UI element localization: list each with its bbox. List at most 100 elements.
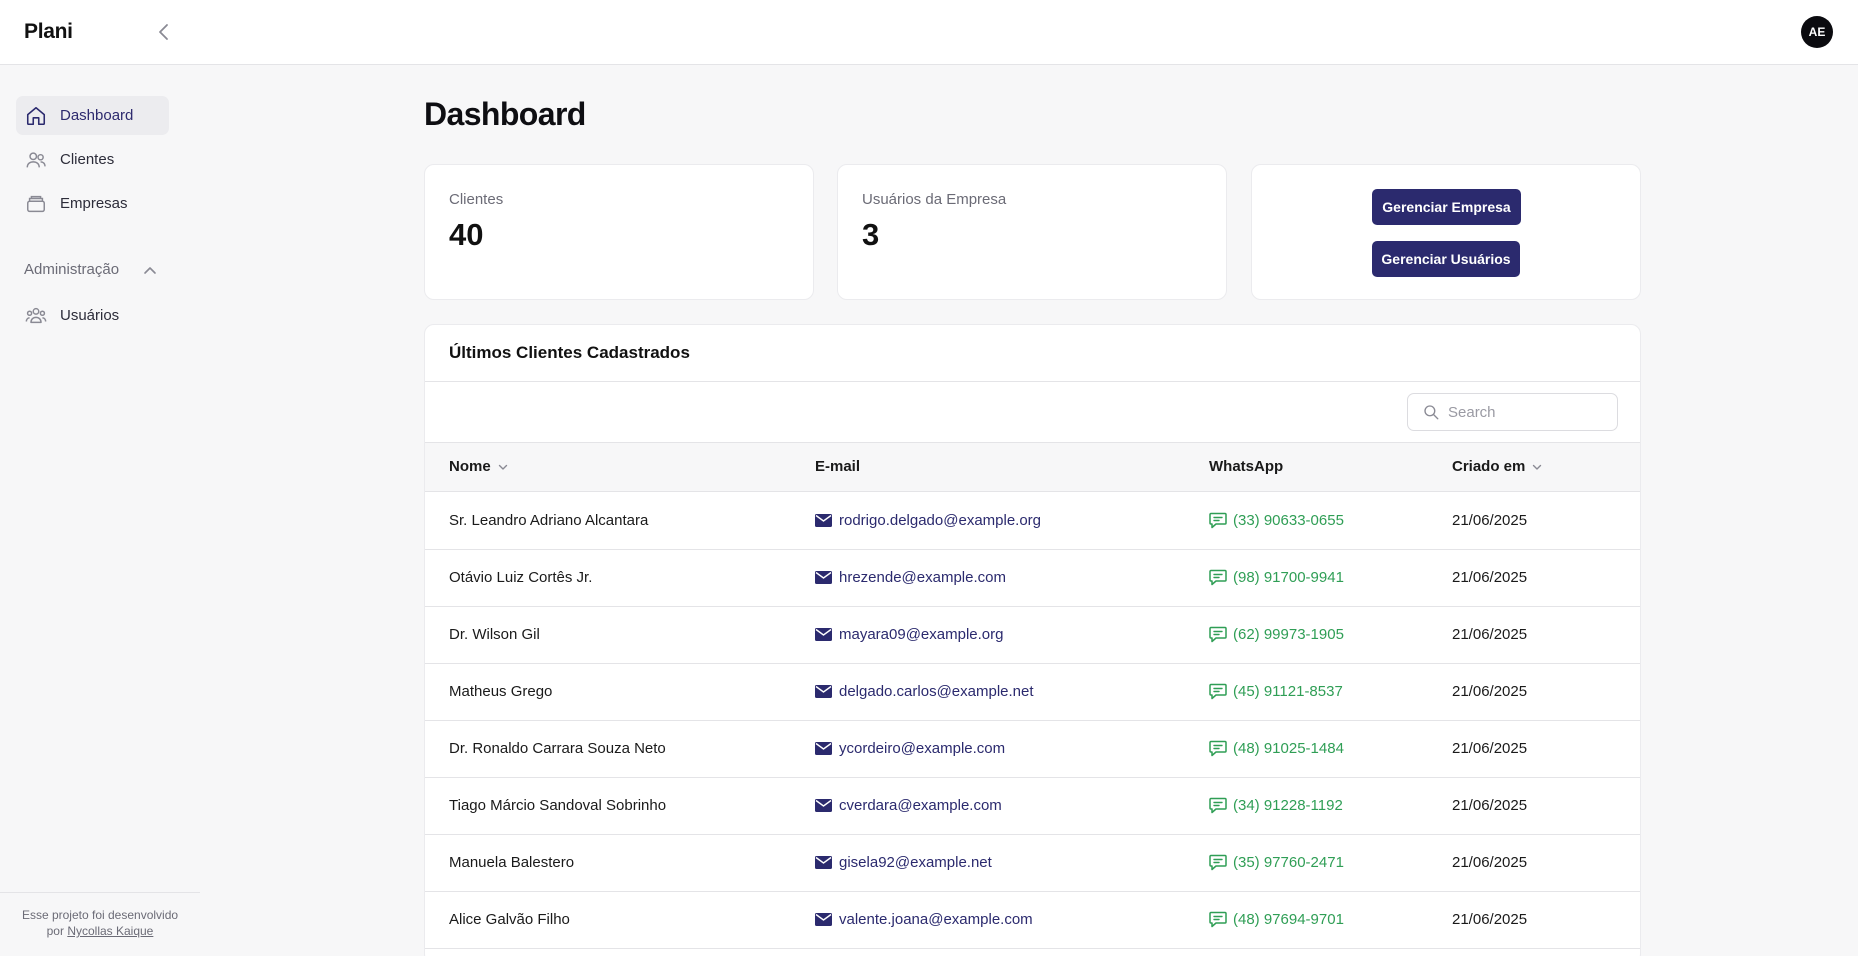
envelope-icon — [815, 856, 832, 869]
envelope-icon — [815, 571, 832, 584]
client-email-link[interactable]: ycordeiro@example.com — [815, 740, 1005, 757]
created-date: 21/06/2025 — [1452, 854, 1528, 871]
chat-icon — [1209, 512, 1227, 529]
search-input[interactable] — [1448, 403, 1608, 421]
page-title: Dashboard — [424, 96, 586, 132]
chat-icon — [1209, 740, 1227, 757]
sidebar-footer: Esse projeto foi desenvolvido por Nycoll… — [0, 892, 200, 939]
email-text: ycordeiro@example.com — [839, 740, 1006, 757]
users-group-icon — [24, 304, 48, 328]
client-email-link[interactable]: rodrigo.delgado@example.org — [815, 512, 1041, 529]
chevron-left-icon — [159, 24, 168, 40]
user-avatar[interactable]: AE — [1801, 16, 1833, 48]
footer-text: Esse projeto foi desenvolvido — [21, 908, 179, 922]
whatsapp-text: (33) 90633-0655 — [1233, 512, 1344, 529]
table-row: Otávio Luiz Cortês Jr. hrezende@example.… — [425, 550, 1640, 607]
column-header-nome[interactable]: Nome — [449, 458, 509, 475]
collapse-sidebar-button[interactable] — [154, 20, 174, 44]
client-email-link[interactable]: mayara09@example.org — [815, 626, 1003, 643]
sidebar-item-usuarios[interactable]: Usuários — [16, 296, 169, 335]
envelope-icon — [815, 628, 832, 641]
email-text: gisela92@example.net — [839, 854, 992, 871]
client-whatsapp-link[interactable]: (45) 91121-8537 — [1209, 683, 1343, 700]
created-date: 21/06/2025 — [1452, 626, 1528, 643]
client-email-link[interactable]: delgado.carlos@example.net — [815, 683, 1034, 700]
created-date: 21/06/2025 — [1452, 683, 1528, 700]
table-row: Tiago Márcio Sandoval Sobrinho cverdara@… — [425, 778, 1640, 835]
client-whatsapp-link[interactable]: (34) 91228-1192 — [1209, 797, 1343, 814]
created-date: 21/06/2025 — [1452, 911, 1528, 928]
section-toggle[interactable] — [142, 261, 158, 281]
table-row: Dr. Wilson Gil mayara09@example.org (62)… — [425, 607, 1640, 664]
client-email-link[interactable]: valente.joana@example.com — [815, 911, 1033, 928]
sidebar: Dashboard Clientes Empresas Administraçã… — [0, 65, 200, 956]
table-row: Manuela Balestero gisela92@example.net (… — [425, 835, 1640, 892]
email-text: mayara09@example.org — [839, 626, 1004, 643]
column-label: E-mail — [815, 458, 861, 475]
email-text: delgado.carlos@example.net — [839, 683, 1034, 700]
created-date: 21/06/2025 — [1452, 740, 1528, 757]
chevron-down-icon — [1533, 464, 1542, 470]
chevron-up-icon — [144, 267, 156, 274]
stat-card-usuarios: Usuários da Empresa 3 — [837, 164, 1227, 300]
sidebar-item-clientes[interactable]: Clientes — [16, 140, 169, 179]
stat-value: 40 — [449, 217, 484, 252]
table-header: Nome E-mail WhatsApp Criado em — [425, 442, 1640, 492]
client-whatsapp-link[interactable]: (98) 91700-9941 — [1209, 569, 1344, 586]
author-link[interactable]: Nycollas Kaique — [67, 924, 153, 938]
whatsapp-text: (45) 91121-8537 — [1233, 683, 1343, 700]
table-row: Matheus Grego delgado.carlos@example.net… — [425, 664, 1640, 721]
client-whatsapp-link[interactable]: (48) 97694-9701 — [1209, 911, 1344, 928]
envelope-icon — [815, 685, 832, 698]
sidebar-item-empresas[interactable]: Empresas — [16, 184, 169, 223]
chevron-down-icon — [498, 464, 507, 470]
whatsapp-text: (34) 91228-1192 — [1233, 797, 1343, 814]
created-date: 21/06/2025 — [1452, 512, 1528, 529]
email-text: hrezende@example.com — [839, 569, 1006, 586]
chat-icon — [1209, 569, 1227, 586]
sidebar-item-label: Empresas — [60, 195, 128, 212]
whatsapp-text: (62) 99973-1905 — [1233, 626, 1344, 643]
email-text: cverdara@example.com — [839, 797, 1002, 814]
whatsapp-text: (98) 91700-9941 — [1233, 569, 1344, 586]
chat-icon — [1209, 911, 1227, 928]
chat-icon — [1209, 854, 1227, 871]
client-whatsapp-link[interactable]: (48) 91025-1484 — [1209, 740, 1344, 757]
envelope-icon — [815, 742, 832, 755]
client-whatsapp-link[interactable]: (33) 90633-0655 — [1209, 512, 1344, 529]
sidebar-item-label: Usuários — [60, 307, 120, 324]
section-label-administracao: Administração — [24, 261, 120, 278]
users-icon — [24, 148, 48, 172]
home-icon — [24, 104, 48, 128]
client-email-link[interactable]: cverdara@example.com — [815, 797, 1002, 814]
client-email-link[interactable]: gisela92@example.net — [815, 854, 992, 871]
client-email-link[interactable]: hrezende@example.com — [815, 569, 1006, 586]
client-name: Otávio Luiz Cortês Jr. — [449, 569, 593, 586]
divider — [425, 381, 1640, 382]
email-text: valente.joana@example.com — [839, 911, 1033, 928]
table-row: Alice Galvão Filho valente.joana@example… — [425, 892, 1640, 949]
client-whatsapp-link[interactable]: (62) 99973-1905 — [1209, 626, 1344, 643]
top-bar: Plani AE — [0, 0, 1858, 65]
sidebar-item-dashboard[interactable]: Dashboard — [16, 96, 169, 135]
whatsapp-text: (48) 91025-1484 — [1233, 740, 1344, 757]
manage-users-button[interactable]: Gerenciar Usuários — [1372, 241, 1520, 277]
client-whatsapp-link[interactable]: (35) 97760-2471 — [1209, 854, 1344, 871]
client-name: Manuela Balestero — [449, 854, 575, 871]
sidebar-item-label: Dashboard — [60, 107, 134, 124]
column-label: WhatsApp — [1209, 458, 1284, 475]
brand-logo[interactable]: Plani — [24, 20, 73, 44]
chat-icon — [1209, 626, 1227, 643]
column-header-criado-em[interactable]: Criado em — [1452, 458, 1543, 475]
chat-icon — [1209, 683, 1227, 700]
client-name: Matheus Grego — [449, 683, 553, 700]
table-title: Últimos Clientes Cadastrados — [449, 343, 690, 362]
stat-label: Clientes — [449, 191, 504, 208]
client-name: Sr. Leandro Adriano Alcantara — [449, 512, 649, 529]
table-row: Dr. Ronaldo Carrara Souza Neto ycordeiro… — [425, 721, 1640, 778]
building-icon — [24, 192, 48, 216]
column-label: Criado em — [1452, 458, 1526, 475]
manage-company-button[interactable]: Gerenciar Empresa — [1372, 189, 1521, 225]
envelope-icon — [815, 799, 832, 812]
search-box[interactable] — [1407, 393, 1618, 431]
